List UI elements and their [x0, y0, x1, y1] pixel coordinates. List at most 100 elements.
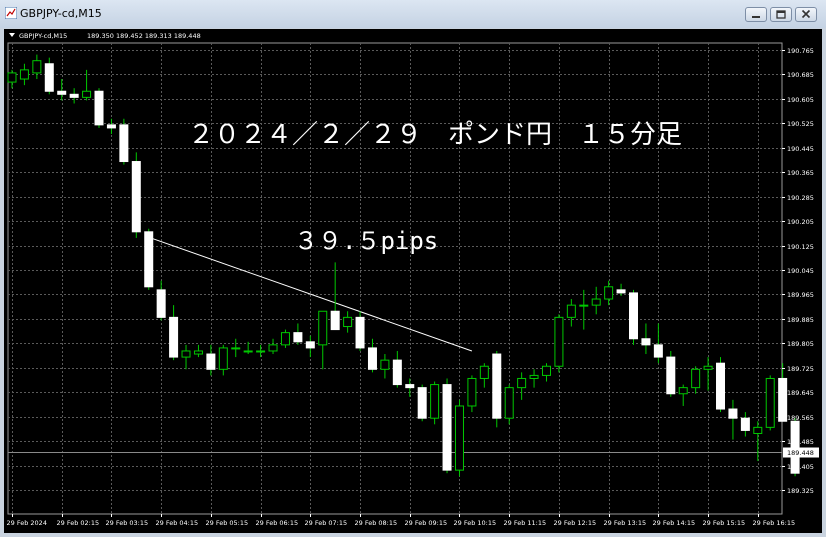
chart-grid: [7, 42, 783, 515]
candle-bull: [380, 359, 390, 370]
chart-area[interactable]: 190.765 190.685 190.605 190.525 190.445 190.3…: [4, 29, 822, 533]
price-tick-label: 190.525: [787, 120, 814, 128]
price-tick-label: 190.285: [787, 194, 814, 202]
price-tick-label: 189.725: [787, 365, 814, 373]
candle-bear: [144, 231, 154, 288]
restore-icon: [776, 10, 786, 19]
candle-bear: [653, 344, 663, 358]
price-tick-label: 189.565: [787, 414, 814, 422]
candle-bear: [355, 316, 365, 349]
candle-bull: [467, 377, 477, 407]
candle-bull: [243, 350, 253, 353]
close-icon: [801, 9, 811, 19]
candle-bear: [131, 161, 141, 233]
candle-bear: [417, 387, 427, 419]
candle-bear: [716, 362, 726, 410]
candle-bull: [579, 304, 589, 307]
candle-bear: [206, 353, 216, 370]
candle-bear: [641, 338, 651, 346]
minimize-button[interactable]: [745, 7, 767, 22]
price-tick-label: 189.645: [787, 389, 814, 397]
candle-bull: [343, 316, 353, 328]
terminal-window: GBPJPY-cd,M15 190.765 190.685 190.605 190.5…: [0, 0, 826, 537]
price-tick-label: 190.685: [787, 71, 814, 79]
candle-bear: [293, 332, 303, 343]
price-tick-label: 190.125: [787, 243, 814, 251]
candle-bull: [268, 344, 278, 352]
candle-bear: [169, 316, 179, 358]
candle-bear: [392, 359, 402, 386]
candle-bull: [82, 90, 92, 98]
candle-bear: [119, 124, 129, 163]
candle-bear: [367, 347, 377, 370]
candle-bull: [454, 405, 464, 471]
close-button[interactable]: [795, 7, 817, 22]
price-tick-label: 190.045: [787, 267, 814, 275]
candle-bull: [19, 69, 29, 80]
time-tick-label: 29 Feb 04:15: [156, 519, 199, 527]
candle-bull: [604, 286, 614, 300]
price-axis: 190.765 190.685 190.605 190.525 190.445 190.3…: [782, 47, 819, 495]
price-tick-label: 190.445: [787, 145, 814, 153]
price-tick-label: 189.885: [787, 316, 814, 324]
price-tick-label: 190.765: [787, 47, 814, 55]
candle-bear: [492, 353, 502, 419]
dropdown-triangle-icon[interactable]: [9, 33, 15, 37]
candle-bull: [181, 350, 191, 358]
candle-bear: [666, 356, 676, 395]
candle-bull: [318, 310, 328, 346]
candle-bull: [529, 374, 539, 379]
candle-bear: [728, 408, 738, 419]
time-tick-label: 29 Feb 11:15: [504, 519, 547, 527]
candle-bear: [740, 417, 750, 431]
price-tick-label: 189.405: [787, 463, 814, 471]
candle-bear: [442, 384, 452, 471]
candle-bull: [678, 387, 688, 395]
candle-bull: [32, 60, 42, 74]
time-tick-label: 29 Feb 14:15: [653, 519, 696, 527]
candle-bull: [256, 350, 266, 353]
time-tick-label: 29 Feb 02:15: [57, 519, 100, 527]
restore-button[interactable]: [770, 7, 792, 22]
candle-bull: [7, 72, 17, 83]
candle-bull: [591, 298, 601, 306]
chart-window-icon: [5, 7, 17, 19]
candles-layer: [7, 54, 800, 477]
candle-bull: [280, 332, 290, 346]
candle-bear: [629, 292, 638, 340]
chart-symbol-label: GBPJPY-cd,M15: [19, 32, 67, 40]
candlestick-chart[interactable]: 190.765 190.685 190.605 190.525 190.445 190.3…: [4, 29, 822, 533]
price-tick-label: 189.485: [787, 438, 814, 446]
plot-frame: [7, 42, 783, 515]
candle-bear: [330, 310, 340, 331]
time-axis: 29 Feb 2024 29 Feb 02:15 29 Feb 03:15 29 Fe…: [7, 514, 796, 527]
price-tick-label: 190.205: [787, 218, 814, 226]
time-tick-label: 29 Feb 16:15: [753, 519, 796, 527]
time-tick-label: 29 Feb 10:15: [454, 519, 497, 527]
candle-bull: [541, 365, 551, 376]
time-tick-label: 29 Feb 05:15: [206, 519, 249, 527]
candle-bull: [231, 347, 241, 350]
candle-bear: [778, 377, 788, 422]
candle-bull: [218, 347, 228, 370]
candle-bear: [44, 63, 54, 92]
candle-bull: [479, 365, 489, 379]
candle-bear: [156, 289, 166, 318]
time-tick-label: 29 Feb 08:15: [355, 519, 398, 527]
time-tick-label: 29 Feb 06:15: [256, 519, 299, 527]
candle-bear: [57, 90, 67, 95]
candle-bull: [554, 316, 564, 367]
time-tick-label: 29 Feb 13:15: [604, 519, 647, 527]
price-tick-label: 189.805: [787, 340, 814, 348]
window-title: GBPJPY-cd,M15: [20, 7, 102, 20]
time-tick-label: 29 Feb 12:15: [554, 519, 597, 527]
title-bar[interactable]: GBPJPY-cd,M15: [0, 0, 826, 28]
pips-annotation: ３９.５pips: [294, 227, 438, 255]
time-tick-label: 29 Feb 09:15: [405, 519, 448, 527]
price-tick-label: 190.365: [787, 169, 814, 177]
candle-bull: [703, 365, 713, 370]
time-tick-label: 29 Feb 03:15: [106, 519, 149, 527]
candle-bear: [616, 289, 626, 294]
candle-bear: [69, 93, 79, 98]
candle-bull: [517, 377, 527, 389]
